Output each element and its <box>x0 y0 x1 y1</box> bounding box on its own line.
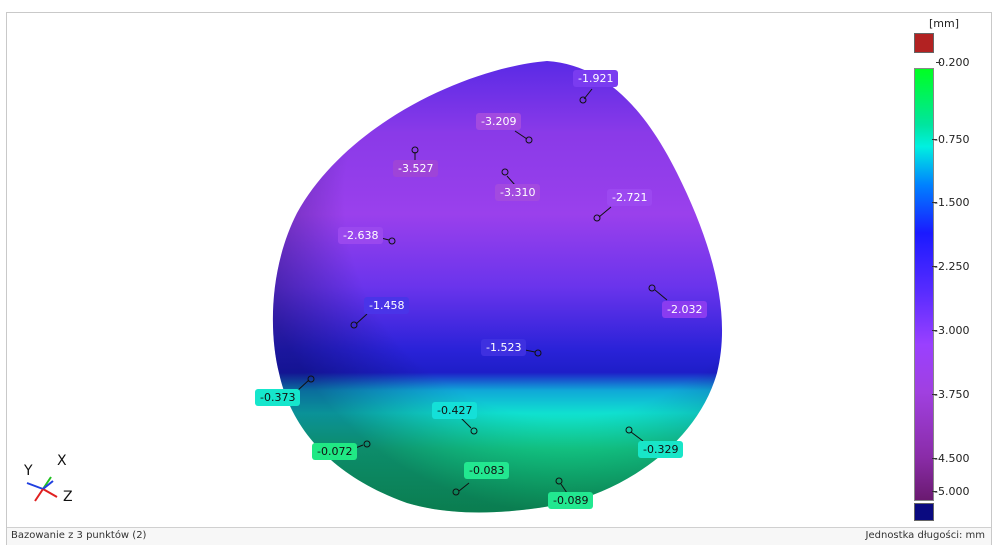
measurement-label[interactable]: -1.523 <box>481 339 527 356</box>
measurement-label[interactable]: -2.721 <box>607 189 653 206</box>
measurement-label[interactable]: -3.527 <box>393 160 439 177</box>
legend-tick: -5.000 <box>931 485 970 498</box>
axis-label-y: Y <box>24 463 33 479</box>
axis-label-x: X <box>57 453 67 469</box>
measurement-label[interactable]: -0.427 <box>432 402 478 419</box>
measurement-label[interactable]: -0.373 <box>255 389 301 406</box>
legend-color-bar <box>914 68 934 501</box>
status-bar: Bazowanie z 3 punktów (2) Jednostka dług… <box>7 527 991 545</box>
alignment-status: Bazowanie z 3 punktów (2) <box>11 530 147 541</box>
legend-unit: [mm] <box>929 17 960 30</box>
colormap-surface <box>26 61 723 513</box>
legend-tick: -3.000 <box>931 324 970 337</box>
measurement-label[interactable]: -2.638 <box>338 227 384 244</box>
measurement-label[interactable]: -3.209 <box>476 113 522 130</box>
legend-tick: -0.750 <box>931 133 970 146</box>
measurement-label[interactable]: -3.310 <box>495 184 541 201</box>
length-unit-status: Jednostka długości: mm <box>865 530 985 541</box>
measurement-label[interactable]: -0.083 <box>464 462 510 479</box>
measurement-label[interactable]: -0.072 <box>312 443 358 460</box>
legend-tick: -3.750 <box>931 388 970 401</box>
measurement-label[interactable]: -2.032 <box>662 301 708 318</box>
legend-tick: 0.200 <box>936 56 970 69</box>
measurement-label[interactable]: -0.089 <box>548 492 594 509</box>
axis-label-z: Z <box>63 489 73 505</box>
legend-tick: -2.250 <box>931 260 970 273</box>
3d-viewport[interactable]: X Y Z -1.921 -3.209 -3.527 -3.310 -2.721… <box>7 13 991 527</box>
viewer-frame: X Y Z -1.921 -3.209 -3.527 -3.310 -2.721… <box>6 12 992 545</box>
legend-under-swatch <box>914 503 934 521</box>
legend-tick: -4.500 <box>931 452 970 465</box>
legend-tick: -1.500 <box>931 196 970 209</box>
axis-triad <box>26 476 58 502</box>
measurement-label[interactable]: -0.329 <box>638 441 684 458</box>
legend-over-swatch <box>914 33 934 53</box>
measurement-label[interactable]: -1.458 <box>364 297 410 314</box>
measurement-label[interactable]: -1.921 <box>573 70 619 87</box>
